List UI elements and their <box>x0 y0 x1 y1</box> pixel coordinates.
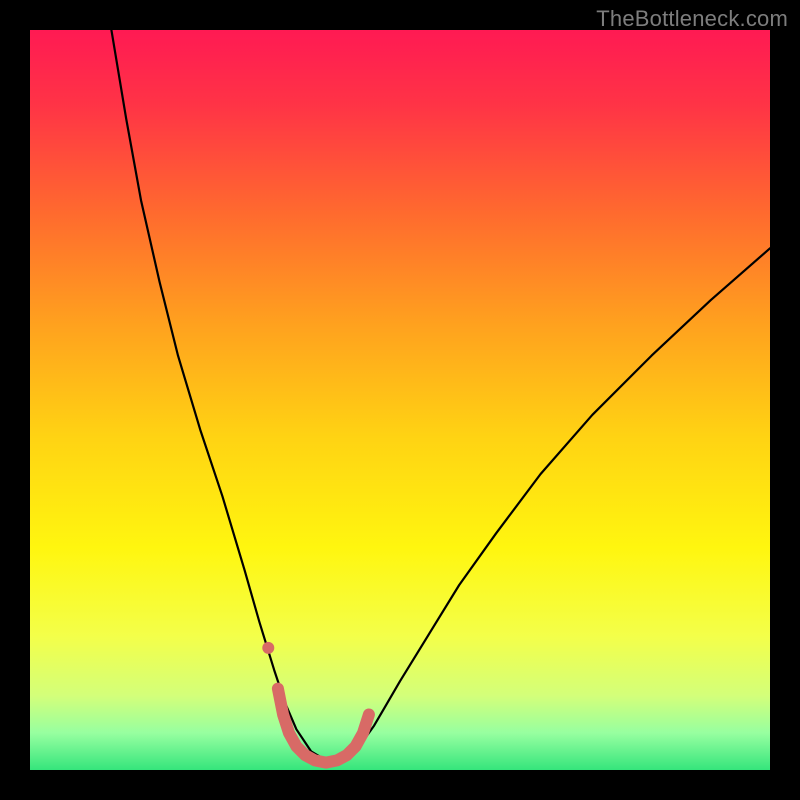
bottleneck-chart <box>30 30 770 770</box>
series-highlight-dot-point <box>262 642 274 654</box>
chart-svg <box>30 30 770 770</box>
chart-frame: TheBottleneck.com <box>0 0 800 800</box>
watermark-text: TheBottleneck.com <box>596 6 788 32</box>
chart-background <box>30 30 770 770</box>
